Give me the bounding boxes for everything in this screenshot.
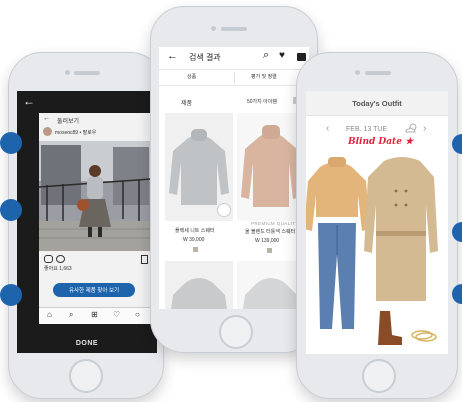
search-results-title: 검색 결과 <box>189 53 221 62</box>
home-button[interactable] <box>362 359 396 393</box>
left-phone: ← ← 둘러보기 moseoc89 • 팔로우 좋아요 1,663 유사한 제품… <box>8 52 164 399</box>
event-text: Blind Date <box>348 137 402 147</box>
find-similar-label: 유사한 제품 찾아 보기 <box>68 288 120 294</box>
product-card[interactable] <box>237 113 305 221</box>
activity-icon[interactable]: ♡ <box>113 310 120 319</box>
product-price: W 139,000 <box>255 238 280 244</box>
event-label: Blind Date ★ <box>348 137 413 147</box>
post-photo <box>39 141 151 251</box>
nav-bar: ⌂ ⌕ ⊞ ♡ ○ <box>39 307 151 324</box>
bag-icon[interactable] <box>297 53 306 61</box>
product-card[interactable] <box>165 113 233 221</box>
outfit-date: FEB. 13 TUE <box>346 126 388 133</box>
heart-icon[interactable] <box>44 255 53 263</box>
color-swatch[interactable] <box>267 248 272 253</box>
product-image <box>171 278 227 309</box>
product-card[interactable] <box>165 261 233 309</box>
search-icon[interactable]: ⌕ <box>69 310 73 320</box>
outfit-image <box>306 157 438 345</box>
category-label: 제품 <box>181 101 193 107</box>
left-screen: ← ← 둘러보기 moseoc89 • 팔로우 좋아요 1,663 유사한 제품… <box>17 91 157 353</box>
post-back-icon[interactable]: ← <box>43 115 50 122</box>
outfit-title: Today's Outfit <box>352 98 402 108</box>
back-arrow-icon[interactable]: ← <box>23 94 35 108</box>
product-card[interactable] <box>237 261 305 309</box>
prev-day-icon[interactable]: ‹ <box>326 123 329 134</box>
product-image <box>241 125 301 207</box>
outfit-header: Today's Outfit <box>306 91 448 116</box>
color-swatch[interactable] <box>193 247 198 252</box>
phone-camera <box>65 70 70 75</box>
home-button[interactable] <box>219 315 253 349</box>
product-name: 울 블렌드 터틀넥 스웨터 <box>245 229 296 235</box>
middle-screen: ← 검색 결과 ⌕ ♥ 상품 평가 및 정렬 제품 50가지 아이템 플렉세 니… <box>159 47 309 309</box>
done-bar: DONE <box>17 333 157 353</box>
comment-icon[interactable] <box>56 255 65 263</box>
right-screen: Today's Outfit ‹ FEB. 13 TUE › Blind Dat… <box>306 91 448 354</box>
partly-cloudy-icon <box>405 123 417 133</box>
phone-camera <box>355 70 360 75</box>
middle-phone: ← 검색 결과 ⌕ ♥ 상품 평가 및 정렬 제품 50가지 아이템 플렉세 니… <box>150 6 318 353</box>
result-count: 50가지 아이템 <box>247 99 277 105</box>
filter-divider <box>234 72 235 83</box>
find-similar-button[interactable]: 유사한 제품 찾아 보기 <box>53 283 135 297</box>
likes-count: 좋아요 1,663 <box>44 266 72 272</box>
done-button[interactable]: DONE <box>76 340 98 347</box>
phone-speaker <box>365 71 391 75</box>
premium-label: PREMIUM QUALITY <box>251 221 299 226</box>
instagram-post-card: ← 둘러보기 moseoc89 • 팔로우 좋아요 1,663 유사한 제품 찾… <box>39 113 151 324</box>
search-icon[interactable]: ⌕ <box>263 49 269 62</box>
back-arrow-icon[interactable]: ← <box>167 50 178 62</box>
product-name: 플렉세 니트 스웨터 <box>175 228 215 234</box>
wishlist-heart-icon[interactable] <box>217 203 231 217</box>
post-header-title: 둘러보기 <box>57 119 80 125</box>
product-price: W 39,000 <box>183 237 205 243</box>
post-username[interactable]: moseoc89 • 팔로우 <box>55 129 96 136</box>
filter-bar: 상품 평가 및 정렬 <box>159 69 309 86</box>
bookmark-icon[interactable] <box>141 255 148 264</box>
home-icon[interactable]: ⌂ <box>47 310 52 319</box>
indicator-dot <box>0 284 22 306</box>
indicator-dot <box>0 132 22 154</box>
phone-speaker <box>221 27 247 31</box>
indicator-dot <box>0 199 22 221</box>
profile-icon[interactable]: ○ <box>135 310 140 319</box>
phone-camera <box>211 26 216 31</box>
heart-icon[interactable]: ♥ <box>279 50 285 61</box>
filter-tab-sort[interactable]: 평가 및 정렬 <box>251 73 277 80</box>
product-image <box>243 278 299 309</box>
star-icon: ★ <box>401 137 414 147</box>
phone-speaker <box>74 71 100 75</box>
filter-tab-products[interactable]: 상품 <box>187 73 196 80</box>
right-phone: Today's Outfit ‹ FEB. 13 TUE › Blind Dat… <box>296 52 458 399</box>
avatar[interactable] <box>43 127 52 136</box>
add-icon[interactable]: ⊞ <box>91 310 98 319</box>
next-day-icon[interactable]: › <box>423 123 426 134</box>
home-button[interactable] <box>69 359 103 393</box>
